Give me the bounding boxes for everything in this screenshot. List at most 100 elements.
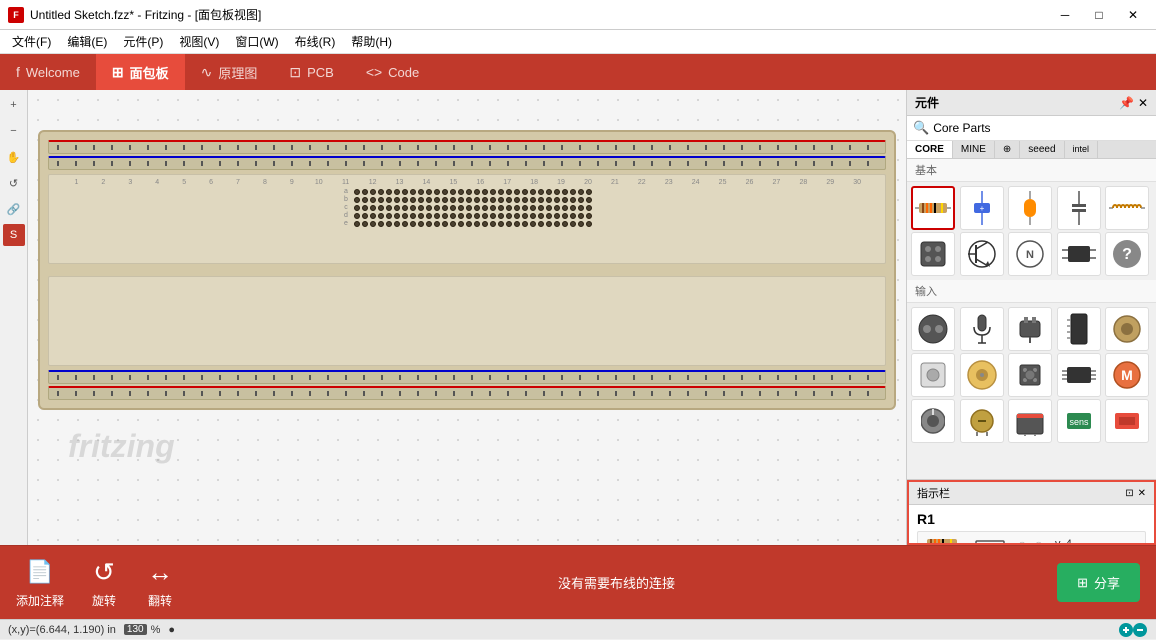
undo-button[interactable]: ↺ (3, 172, 25, 194)
parts-pin-button[interactable]: 📌 (1119, 96, 1134, 110)
part-disc-cap[interactable] (960, 399, 1004, 443)
inspector-header: 指示栏 ⊡ ✕ (909, 482, 1154, 505)
zoom-out-button[interactable]: − (3, 120, 25, 142)
share-button[interactable]: ⊞ 分享 (1057, 563, 1140, 602)
breadboard[interactable]: 123 456 789 101112 131415 161718 192021 … (38, 130, 896, 410)
menu-component[interactable]: 元件(P) (115, 31, 171, 52)
tab-breadboard[interactable]: ⊞ 面包板 (96, 54, 185, 90)
menu-file[interactable]: 文件(F) (4, 31, 59, 52)
menu-edit[interactable]: 编辑(E) (59, 31, 115, 52)
part-mosfet[interactable]: N (1008, 232, 1052, 276)
zoom-in-button[interactable]: + (3, 94, 25, 116)
inspector-close-button[interactable]: ✕ (1138, 488, 1146, 499)
power-rail-bottom-blue (48, 370, 886, 384)
chip2-icon (1110, 410, 1144, 432)
part-plug[interactable] (1008, 307, 1052, 351)
right-panel: 元件 📌 ✕ 🔍 CORE MINE ⊕ see (906, 90, 1156, 545)
component-version: v. 4 (1055, 538, 1072, 545)
tab-code[interactable]: <> Code (350, 54, 435, 90)
component-preview: ○ ○ v. 4 (917, 531, 1146, 545)
canvas-area[interactable]: 123 456 789 101112 131415 161718 192021 … (28, 90, 906, 545)
breadboard-divider (48, 267, 886, 273)
close-button[interactable]: ✕ (1118, 5, 1148, 25)
part-capacitor-polarized[interactable]: + (960, 186, 1004, 230)
breadboard-main-top: 123 456 789 101112 131415 161718 192021 … (48, 174, 886, 264)
potentiometer-icon (921, 404, 945, 438)
parts-search-bar: 🔍 (907, 116, 1156, 141)
arduino-logo (1118, 620, 1148, 640)
zoom-dot: ● (168, 624, 175, 636)
tab-schematic[interactable]: ∿ 原理图 (185, 54, 274, 90)
part-button[interactable] (911, 353, 955, 397)
part-sensor2[interactable]: sens (1057, 399, 1101, 443)
power-rail-bottom-red (48, 386, 886, 400)
search-input[interactable] (933, 121, 1150, 135)
parts-close-button[interactable]: ✕ (1138, 96, 1148, 110)
flip-action[interactable]: ↔ 翻转 (144, 556, 176, 609)
part-transistor-npn[interactable] (960, 232, 1004, 276)
cat-tab-core[interactable]: CORE (907, 141, 953, 158)
part-motor[interactable]: M (1105, 353, 1149, 397)
power-rail-top-blue (48, 156, 886, 170)
inspector-controls: ⊡ ✕ (1125, 488, 1146, 499)
coordinates-display: (x,y)=(6.644, 1.190) in (8, 624, 116, 636)
main-layout: f Welcome ⊞ 面包板 ∿ 原理图 ⊡ PCB <> Code + − … (0, 54, 1156, 639)
cat-tab-intel[interactable]: intel (1065, 141, 1099, 158)
content-area: + − ✋ ↺ 🔗 S 12 (0, 90, 1156, 545)
fritzing-watermark: fritzing (68, 428, 175, 465)
tab-welcome[interactable]: f Welcome (0, 54, 96, 90)
part-unknown[interactable]: ? (1105, 232, 1149, 276)
add-note-action[interactable]: 📄 添加注释 (16, 556, 64, 609)
maximize-button[interactable]: □ (1084, 5, 1114, 25)
minimize-button[interactable]: ─ (1050, 5, 1080, 25)
flip-icon: ↔ (144, 556, 176, 588)
part-potentiometer[interactable] (911, 399, 955, 443)
part-tact-switch[interactable] (1008, 353, 1052, 397)
part-microphone[interactable] (960, 307, 1004, 351)
part-ic[interactable] (1057, 232, 1101, 276)
search-icon: 🔍 (913, 120, 929, 136)
parts-title: 元件 (915, 94, 939, 111)
part-buzzer[interactable] (1008, 399, 1052, 443)
inspector-panel: 指示栏 ⊡ ✕ R1 (907, 480, 1156, 545)
transistor-npn-icon (968, 237, 996, 271)
part-capacitor[interactable] (1057, 186, 1101, 230)
subcategory-label: 基本 (915, 162, 937, 178)
cat-tab-seeed[interactable]: seeed (1020, 141, 1064, 158)
part-led[interactable] (1008, 186, 1052, 230)
route-button[interactable]: S (3, 224, 25, 246)
menu-help[interactable]: 帮助(H) (343, 31, 400, 52)
part-speaker[interactable] (960, 353, 1004, 397)
tab-pcb[interactable]: ⊡ PCB (273, 54, 349, 90)
menu-routing[interactable]: 布线(R) (287, 31, 344, 52)
connect-button[interactable]: 🔗 (3, 198, 25, 220)
parts-header: 元件 📌 ✕ (907, 90, 1156, 116)
tab-schematic-label: 原理图 (218, 63, 257, 82)
part-connector[interactable] (911, 232, 955, 276)
cat-tab-mine[interactable]: MINE (953, 141, 995, 158)
menu-view[interactable]: 视图(V) (171, 31, 227, 52)
rotate-icon: ↺ (88, 556, 120, 588)
part-chip2[interactable] (1105, 399, 1149, 443)
rotate-action[interactable]: ↺ 旋转 (88, 556, 120, 609)
part-ic-chip[interactable] (1057, 353, 1101, 397)
part-switch[interactable] (911, 307, 955, 351)
svg-text:N: N (1026, 249, 1034, 261)
part-resistor[interactable] (911, 186, 955, 230)
tact-switch-icon (1016, 361, 1044, 389)
add-note-icon: 📄 (24, 556, 56, 588)
pan-tool-button[interactable]: ✋ (3, 146, 25, 168)
window-title: Untitled Sketch.fzz* - Fritzing - [面包板视图… (30, 6, 261, 23)
zoom-value: 130 (124, 624, 147, 635)
resistor-icon (915, 198, 951, 218)
menu-window[interactable]: 窗口(W) (227, 31, 286, 52)
part-sensor[interactable] (1105, 307, 1149, 351)
inspector-float-button[interactable]: ⊡ (1125, 488, 1133, 499)
led-icon (1018, 191, 1042, 225)
part-connector-multi[interactable] (1057, 307, 1101, 351)
cat-tab-add[interactable]: ⊕ (995, 141, 1020, 158)
breadboard-wrapper: 123 456 789 101112 131415 161718 192021 … (38, 130, 896, 410)
part-inductor[interactable] (1105, 186, 1149, 230)
tab-breadboard-icon: ⊞ (112, 64, 124, 81)
tab-pcb-icon: ⊡ (289, 64, 301, 81)
